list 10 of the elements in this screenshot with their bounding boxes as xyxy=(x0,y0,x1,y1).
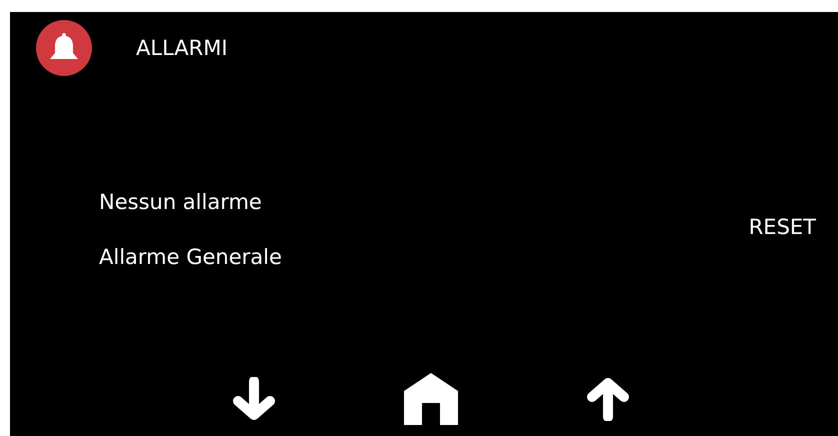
alarm-text: Allarme Generale xyxy=(99,244,283,270)
alarm-text: Nessun allarme xyxy=(99,189,263,215)
arrow-button[interactable] xyxy=(230,377,278,421)
home-button[interactable] xyxy=(404,373,458,425)
arrow-down-icon xyxy=(230,377,278,421)
page-title: ALLARMI xyxy=(136,36,228,60)
reset-button[interactable]: RESET xyxy=(748,214,816,238)
home-icon xyxy=(404,373,458,425)
arrow-button[interactable] xyxy=(584,377,632,421)
arrow-up-icon xyxy=(584,377,632,421)
